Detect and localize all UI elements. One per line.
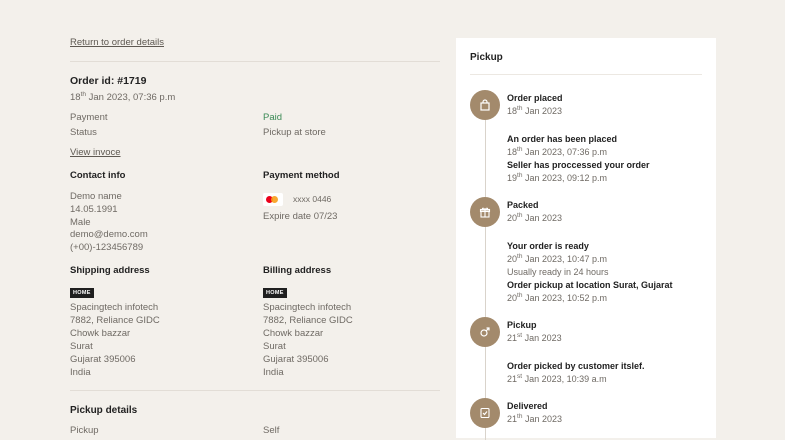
delivered-check-icon <box>470 398 500 428</box>
timeline-step: Order placed 18th Jan 2023 <box>507 93 563 116</box>
timeline-event: Seller has proccessed your order 19th Ja… <box>507 160 650 183</box>
contact-info-title: Contact info <box>70 170 126 181</box>
timeline-event: An order has been placed 18th Jan 2023, … <box>507 134 618 157</box>
billing-line: India <box>263 367 284 378</box>
pickup-row-label: Pickup <box>70 425 99 436</box>
billing-address-title: Billing address <box>263 265 332 276</box>
shipping-line: Gujarat 395006 <box>70 354 136 365</box>
shipping-line: India <box>70 367 91 378</box>
card-number: xxxx 0446 <box>293 194 332 204</box>
shipping-address-title: Shipping address <box>70 265 150 276</box>
card-expire-date: Expire date 07/23 <box>263 211 338 222</box>
divider <box>70 61 440 62</box>
return-to-order-details-link[interactable]: Return to order details <box>70 37 164 48</box>
order-date: 18th Jan 2023, 07:36 p.m <box>70 90 176 103</box>
mastercard-icon <box>263 193 283 206</box>
timeline-title: Pickup <box>470 52 503 63</box>
billing-home-tag: HOME <box>263 288 287 298</box>
timeline-step: Delivered 21th Jan 2023 <box>507 401 562 424</box>
shipping-line: Spacingtech infotech <box>70 302 159 313</box>
contact-line: Male <box>70 217 91 228</box>
contact-line: 14.05.1991 <box>70 204 118 215</box>
billing-line: Surat <box>263 341 286 352</box>
divider <box>70 390 440 391</box>
pickup-timeline-card: Pickup Order placed 18th Jan 2023 An ord… <box>456 38 716 440</box>
billing-line: 7882, Reliance GIDC <box>263 315 353 326</box>
shipping-home-tag: HOME <box>70 288 94 298</box>
contact-line: demo@demo.com <box>70 229 148 240</box>
timeline-step: Packed 20th Jan 2023 <box>507 200 562 223</box>
timeline-step: Pickup 21st Jan 2023 <box>507 320 562 343</box>
status-value: Pickup at store <box>263 127 326 138</box>
timeline-line <box>485 110 486 440</box>
contact-line: Demo name <box>70 191 122 202</box>
status-label: Status <box>70 127 97 138</box>
payment-method-title: Payment method <box>263 170 340 181</box>
timeline-event: Order picked by customer itslef. 21st Ja… <box>507 361 645 384</box>
payment-status-value: Paid <box>263 112 283 123</box>
pickup-details-title: Pickup details <box>70 405 138 416</box>
pickup-row-value: Self <box>263 425 280 436</box>
gift-box-icon <box>470 197 500 227</box>
billing-line: Spacingtech infotech <box>263 302 352 313</box>
contact-line: (+00)-123456789 <box>70 242 144 253</box>
payment-label: Payment <box>70 112 108 123</box>
shipping-line: Surat <box>70 341 93 352</box>
view-invoice-link[interactable]: View invoce <box>70 147 121 158</box>
shipping-line: Chowk bazzar <box>70 328 131 339</box>
timeline-event: Order pickup at location Surat, Gujarat … <box>507 280 673 303</box>
shipping-line: 7882, Reliance GIDC <box>70 315 160 326</box>
divider <box>470 74 702 75</box>
pickup-icon <box>470 317 500 347</box>
billing-line: Gujarat 395006 <box>263 354 329 365</box>
timeline-event: Your order is ready 20th Jan 2023, 10:47… <box>507 241 609 277</box>
billing-line: Chowk bazzar <box>263 328 324 339</box>
shopping-bag-icon <box>470 90 500 120</box>
order-id: Order id: #1719 <box>70 75 147 87</box>
